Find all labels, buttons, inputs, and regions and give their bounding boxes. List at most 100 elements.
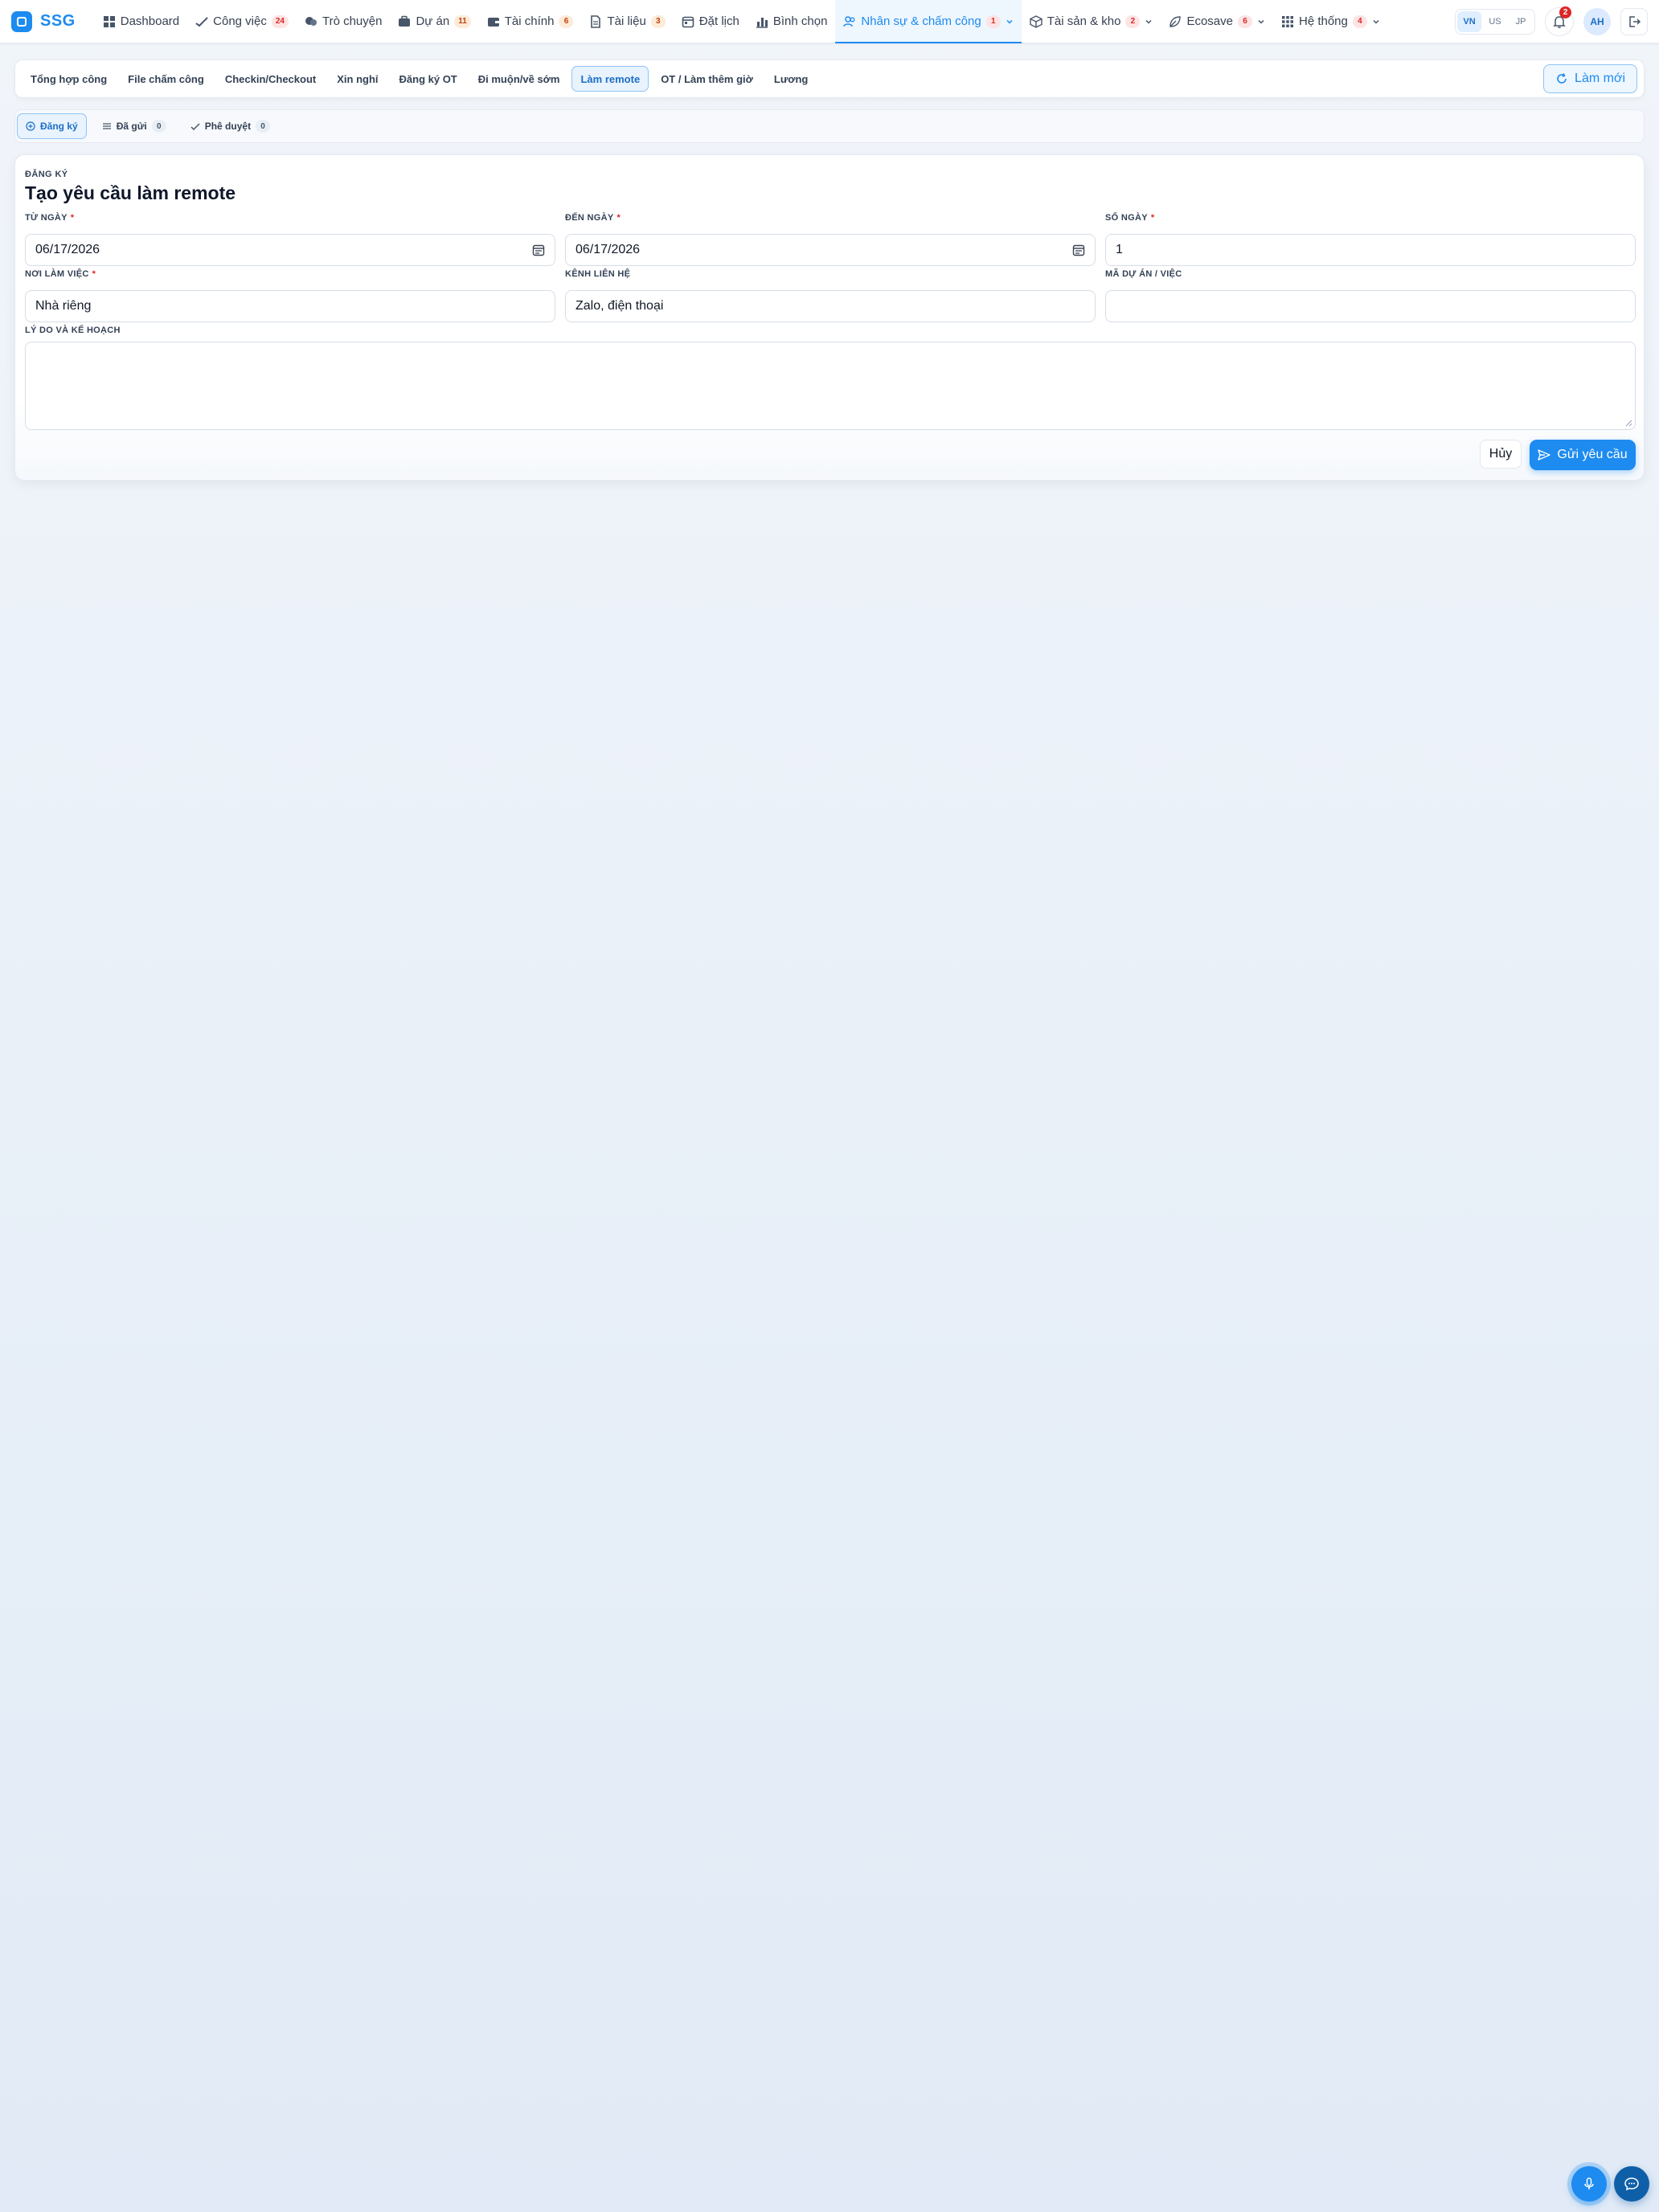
to-date-input[interactable]: 06/17/2026 xyxy=(565,234,1096,266)
nav-item-label: Dự án xyxy=(416,14,450,28)
box-icon xyxy=(1030,14,1043,28)
nav-badge: 6 xyxy=(1237,14,1252,28)
notification-count-badge: 2 xyxy=(1559,6,1571,18)
resize-handle-icon[interactable] xyxy=(1624,419,1632,427)
language-jp[interactable]: JP xyxy=(1509,11,1533,32)
field-label: ĐẾN NGÀY * xyxy=(565,213,621,223)
tab-sent[interactable]: Đã gửi 0 xyxy=(93,113,175,139)
nav-item-label: Dashboard xyxy=(120,14,180,28)
page-title: Tạo yêu cầu làm remote xyxy=(25,182,236,203)
tab-remote[interactable]: Làm remote xyxy=(571,66,649,92)
contact-channel-input[interactable]: Zalo, điện thoại xyxy=(565,290,1096,322)
nav-right-tools: VN US JP 2 AH xyxy=(1455,6,1648,36)
nav-item-chat[interactable]: Trò chuyện xyxy=(297,0,390,43)
language-switcher: VN US JP xyxy=(1455,8,1535,35)
chevron-down-icon xyxy=(1373,19,1379,24)
language-us[interactable]: US xyxy=(1483,11,1507,32)
field-label: MÃ DỰ ÁN / VIỆC xyxy=(1105,269,1182,279)
tab-register-label: Đăng ký xyxy=(40,121,78,132)
reason-textarea[interactable] xyxy=(25,342,1636,430)
apps-icon xyxy=(1281,15,1293,27)
tab-approve[interactable]: Phê duyệt 0 xyxy=(182,113,279,139)
nav-item-label: Bình chọn xyxy=(772,14,828,28)
nav-item-label: Ecosave xyxy=(1186,14,1233,28)
to-date-value: 06/17/2026 xyxy=(576,243,641,256)
form-eyebrow: ĐĂNG KÝ xyxy=(25,170,68,179)
nav-item-tasks[interactable]: Công việc 24 xyxy=(187,0,297,43)
voice-assistant-button[interactable] xyxy=(1571,2166,1607,2202)
notifications-button[interactable]: 2 xyxy=(1545,6,1574,36)
mode-tabs: Đăng ký Đã gửi 0 Phê duyệt 0 xyxy=(14,109,1645,143)
nav-item-documents[interactable]: Tài liệu 3 xyxy=(581,0,673,43)
tab-checkin-checkout[interactable]: Checkin/Checkout xyxy=(216,66,325,92)
days-input[interactable]: 1 xyxy=(1105,234,1636,266)
workplace-input[interactable]: Nhà riêng xyxy=(25,290,555,322)
nav-item-dashboard[interactable]: Dashboard xyxy=(95,0,187,43)
nav-item-assets[interactable]: Tài sản & kho 2 xyxy=(1022,0,1161,43)
tab-ot-register[interactable]: Đăng ký OT xyxy=(391,66,466,92)
from-date-field: TỪ NGÀY * 06/17/2026 xyxy=(25,213,555,266)
tab-leave[interactable]: Xin nghỉ xyxy=(328,66,387,92)
logout-icon xyxy=(1629,15,1641,27)
nav-item-hr-attendance[interactable]: Nhân sự & chấm công 1 xyxy=(835,0,1022,43)
tab-attendance-file[interactable]: File chấm công xyxy=(119,66,213,92)
briefcase-icon xyxy=(399,15,411,27)
wallet-icon xyxy=(487,17,499,27)
chevron-down-icon xyxy=(1258,19,1264,24)
file-icon xyxy=(591,14,601,28)
tab-late-early[interactable]: Đi muộn/về sớm xyxy=(469,66,569,92)
project-code-input[interactable] xyxy=(1105,290,1636,322)
remote-request-form: ĐĂNG KÝ Tạo yêu cầu làm remote TỪ NGÀY * … xyxy=(14,154,1645,481)
calendar-icon[interactable] xyxy=(1072,244,1085,256)
avatar[interactable]: AH xyxy=(1583,7,1611,35)
tab-overtime[interactable]: OT / Làm thêm giờ xyxy=(652,66,762,92)
nav-badge: 24 xyxy=(271,14,289,28)
calendar-icon[interactable] xyxy=(532,244,545,256)
workplace-value: Nhà riêng xyxy=(35,299,92,313)
refresh-button[interactable]: Làm mới xyxy=(1543,64,1637,93)
workplace-field: NƠI LÀM VIỆC * Nhà riêng xyxy=(25,269,555,322)
tab-register[interactable]: Đăng ký xyxy=(17,113,87,139)
brand-logo-icon xyxy=(11,10,32,32)
chat-icon xyxy=(305,16,317,26)
nav-item-voting[interactable]: Bình chọn xyxy=(748,0,836,43)
brand[interactable]: SSG xyxy=(11,10,76,32)
language-vn[interactable]: VN xyxy=(1457,10,1481,32)
nav-item-ecosave[interactable]: Ecosave 6 xyxy=(1161,0,1273,43)
nav-item-label: Tài sản & kho xyxy=(1047,14,1121,28)
brand-name: SSG xyxy=(40,12,76,30)
from-date-value: 06/17/2026 xyxy=(35,243,100,256)
users-icon xyxy=(843,15,855,27)
nav-item-label: Tài liệu xyxy=(607,14,646,28)
tab-salary[interactable]: Lương xyxy=(765,66,817,92)
nav-item-label: Tài chính xyxy=(504,14,555,28)
nav-item-label: Trò chuyện xyxy=(322,14,383,28)
nav-badge: 2 xyxy=(1125,14,1141,28)
nav-badge: 4 xyxy=(1352,14,1367,28)
cancel-button[interactable]: Hủy xyxy=(1480,440,1522,469)
approve-count-badge: 0 xyxy=(256,120,271,133)
from-date-input[interactable]: 06/17/2026 xyxy=(25,234,555,266)
chat-assistant-button[interactable] xyxy=(1614,2166,1649,2202)
contact-channel-value: Zalo, điện thoại xyxy=(576,299,664,313)
chevron-down-icon xyxy=(1006,19,1013,24)
nav-badge: 1 xyxy=(985,14,1001,28)
check-icon xyxy=(195,16,208,27)
field-label: SỐ NGÀY * xyxy=(1105,213,1155,223)
refresh-label: Làm mới xyxy=(1575,72,1625,85)
chat-bubble-icon xyxy=(1624,2177,1639,2191)
field-label: TỪ NGÀY * xyxy=(25,213,75,223)
nav-item-label: Hệ thống xyxy=(1298,14,1348,28)
tab-attendance-summary[interactable]: Tổng hợp công xyxy=(22,66,116,92)
project-code-field: MÃ DỰ ÁN / VIỆC xyxy=(1105,269,1636,322)
nav-item-system[interactable]: Hệ thống 4 xyxy=(1273,0,1388,43)
tab-approve-label: Phê duyệt xyxy=(204,121,252,132)
logout-button[interactable] xyxy=(1620,7,1648,35)
nav-item-projects[interactable]: Dự án 11 xyxy=(390,0,478,43)
submit-request-button[interactable]: Gửi yêu cầu xyxy=(1530,440,1636,470)
nav-item-booking[interactable]: Đặt lịch xyxy=(674,0,748,43)
nav-badge: 6 xyxy=(559,14,574,28)
calendar-icon xyxy=(682,16,694,27)
nav-item-finance[interactable]: Tài chính 6 xyxy=(479,0,582,43)
days-field: SỐ NGÀY * 1 xyxy=(1105,213,1636,266)
